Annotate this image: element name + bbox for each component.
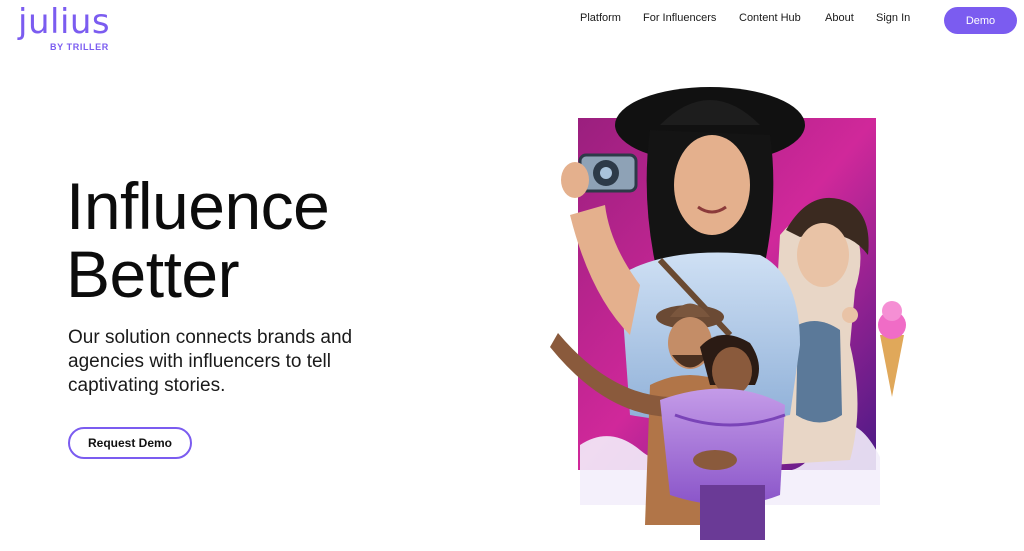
- hero-title-line-2: Better: [66, 237, 240, 311]
- request-demo-button[interactable]: Request Demo: [68, 427, 192, 459]
- hero-title-line-1: Influence: [66, 169, 330, 243]
- hero-description: Our solution connects brands and agencie…: [68, 327, 353, 396]
- hero-collage-image: [550, 85, 930, 540]
- nav-item-platform[interactable]: Platform: [580, 12, 621, 24]
- logo-subtitle: BY TRILLER: [50, 42, 109, 52]
- julius-logo[interactable]: julius BY TRILLER: [18, 2, 138, 56]
- site-header: julius BY TRILLER Platform For Influence…: [0, 0, 1024, 60]
- logo-wordmark: julius: [18, 2, 111, 42]
- demo-button[interactable]: Demo: [944, 7, 1017, 34]
- nav-item-for-influencers[interactable]: For Influencers: [643, 12, 716, 24]
- nav-item-content-hub[interactable]: Content Hub: [739, 12, 801, 24]
- nav-item-about[interactable]: About: [825, 12, 854, 24]
- hero-title: Influence Better: [66, 169, 330, 311]
- nav-item-sign-in[interactable]: Sign In: [876, 12, 910, 24]
